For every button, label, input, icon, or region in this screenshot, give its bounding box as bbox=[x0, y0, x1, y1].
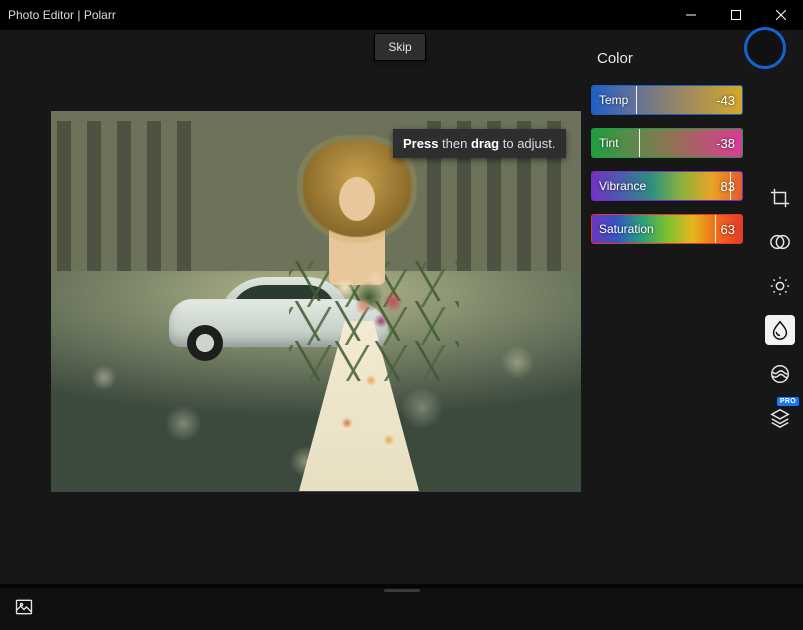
window-titlebar: Photo Editor | Polarr bbox=[0, 0, 803, 30]
minimize-icon bbox=[686, 10, 696, 20]
crop-icon bbox=[769, 187, 791, 209]
slider-label: Temp bbox=[599, 86, 628, 114]
skip-button[interactable]: Skip bbox=[374, 33, 426, 61]
slider-vibrance[interactable]: Vibrance 83 bbox=[591, 171, 743, 201]
maximize-icon bbox=[731, 10, 741, 20]
bottom-bar bbox=[0, 584, 803, 630]
color-sliders: Temp -43 Tint -38 Vibrance 83 Saturation… bbox=[591, 85, 743, 257]
skip-button-label: Skip bbox=[388, 40, 411, 54]
slider-saturation[interactable]: Saturation 63 bbox=[591, 214, 743, 244]
slider-value: 63 bbox=[721, 215, 735, 243]
hint-tail: to adjust. bbox=[499, 136, 555, 151]
close-icon bbox=[776, 10, 786, 20]
slider-value: -38 bbox=[716, 129, 735, 157]
app-body: Skip Color Temp -43 Tint -38 Vibrance 83… bbox=[0, 30, 803, 584]
slider-handle[interactable] bbox=[636, 86, 637, 114]
tool-layers[interactable]: PRO bbox=[765, 403, 795, 433]
gallery-button[interactable] bbox=[14, 597, 34, 622]
mask-icon bbox=[769, 231, 791, 253]
tool-crop[interactable] bbox=[765, 183, 795, 213]
slider-label: Tint bbox=[599, 129, 619, 157]
pro-badge: PRO bbox=[777, 397, 799, 406]
hint-press: Press bbox=[403, 136, 438, 151]
tool-effects[interactable] bbox=[765, 359, 795, 389]
slider-value: -43 bbox=[716, 86, 735, 114]
slider-handle[interactable] bbox=[715, 215, 716, 243]
waves-icon bbox=[769, 363, 791, 385]
hint-then: then bbox=[438, 136, 471, 151]
tool-color[interactable] bbox=[765, 315, 795, 345]
slider-handle[interactable] bbox=[639, 129, 640, 157]
tool-strip: PRO bbox=[765, 183, 795, 433]
tutorial-hint: Press then drag to adjust. bbox=[393, 129, 566, 158]
layers-icon bbox=[769, 407, 791, 429]
hint-drag: drag bbox=[471, 136, 499, 151]
tool-light[interactable] bbox=[765, 271, 795, 301]
slider-label: Vibrance bbox=[599, 172, 646, 200]
panel-title: Color bbox=[597, 50, 633, 67]
color-swatch-ring[interactable] bbox=[744, 27, 786, 69]
image-canvas[interactable] bbox=[51, 111, 581, 492]
window-maximize-button[interactable] bbox=[713, 0, 758, 30]
window-minimize-button[interactable] bbox=[668, 0, 713, 30]
sun-icon bbox=[769, 275, 791, 297]
slider-value: 83 bbox=[721, 172, 735, 200]
tool-mask[interactable] bbox=[765, 227, 795, 257]
slider-temp[interactable]: Temp -43 bbox=[591, 85, 743, 115]
grab-handle[interactable] bbox=[384, 589, 420, 592]
image-icon bbox=[14, 597, 34, 617]
droplet-icon bbox=[769, 319, 791, 341]
slider-handle[interactable] bbox=[730, 172, 731, 200]
slider-tint[interactable]: Tint -38 bbox=[591, 128, 743, 158]
photo-scene bbox=[51, 111, 581, 492]
window-title: Photo Editor | Polarr bbox=[8, 8, 116, 22]
window-close-button[interactable] bbox=[758, 0, 803, 30]
slider-label: Saturation bbox=[599, 215, 654, 243]
